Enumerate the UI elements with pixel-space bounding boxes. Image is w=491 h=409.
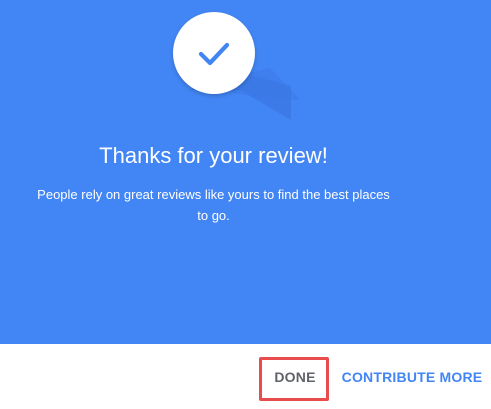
checkmark-icon bbox=[198, 42, 230, 66]
dialog-title: Thanks for your review! bbox=[99, 143, 328, 168]
contribute-more-button[interactable]: CONTRIBUTE MORE bbox=[339, 344, 485, 409]
dialog-hero: Thanks for your review! People rely on g… bbox=[0, 0, 491, 344]
done-button[interactable]: DONE bbox=[260, 344, 330, 409]
dialog-message: People rely on great reviews like yours … bbox=[37, 187, 390, 223]
dialog-actions: DONE CONTRIBUTE MORE bbox=[0, 344, 491, 409]
success-badge bbox=[173, 12, 255, 94]
review-confirmation-dialog: Thanks for your review! People rely on g… bbox=[0, 0, 491, 409]
